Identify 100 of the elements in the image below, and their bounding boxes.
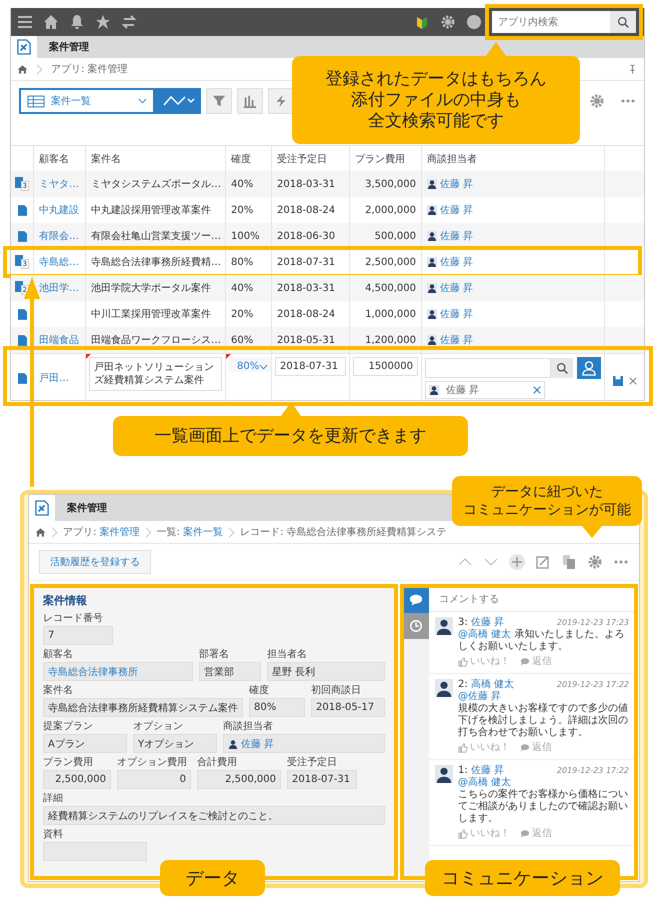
table-cell: 有限会社亀山営業支援ツー… <box>85 223 225 249</box>
field-label: 提案プラン <box>43 721 94 733</box>
like-button[interactable]: いいね！ <box>458 828 510 840</box>
callout-text: 一覧画面上でデータを更新できます <box>154 426 426 446</box>
document-icon[interactable] <box>18 204 26 216</box>
user-link[interactable]: 佐藤 昇 <box>440 281 474 295</box>
filter-button[interactable] <box>206 88 232 114</box>
home-icon[interactable] <box>35 526 46 538</box>
document-icon[interactable] <box>18 230 26 242</box>
copy-icon[interactable] <box>561 554 577 570</box>
dropdown[interactable]: 80% <box>229 357 272 372</box>
comment-time: 2019-12-23 17:23 <box>556 617 629 629</box>
chart-button[interactable] <box>237 88 263 114</box>
callout-text: 登録されたデータはもちろん <box>326 68 546 90</box>
avatar-icon <box>228 738 238 748</box>
reply-button[interactable]: 返信 <box>520 742 552 754</box>
table-icon <box>27 94 45 108</box>
action-button[interactable] <box>268 88 294 114</box>
mention-link[interactable]: @高橋 健太 <box>458 777 629 789</box>
customer-link[interactable]: 戸田… <box>39 371 69 385</box>
customer-link[interactable]: 池田学… <box>39 281 79 295</box>
comment-text: 規模の大きいお客様ですので多少の値下げを検討しましょう。詳細は次回の打ち合わせでお願いします。 <box>458 703 629 739</box>
comment-author[interactable]: 1: 佐藤 昇 <box>458 765 504 777</box>
comment-author[interactable]: 2: 高橋 健太 <box>458 679 514 691</box>
field-label: 担当者名 <box>267 649 308 661</box>
person-icon <box>582 360 596 376</box>
reply-button[interactable]: 返信 <box>520 656 552 668</box>
caret-icon <box>138 98 147 104</box>
user-link[interactable]: 佐藤 昇 <box>440 333 474 347</box>
field-value[interactable]: 寺島総合法律事務所 <box>43 662 193 681</box>
customer-link[interactable]: 有限会… <box>39 229 79 243</box>
settings-icon[interactable] <box>440 14 456 30</box>
cancel-icon[interactable] <box>628 376 636 384</box>
home-icon[interactable] <box>17 64 28 74</box>
callout-text: データに紐づいた <box>491 483 603 501</box>
user-link[interactable]: 佐藤 昇 <box>440 307 474 321</box>
side-tab[interactable] <box>403 613 429 639</box>
customer-link[interactable]: ミヤタ… <box>39 177 79 191</box>
like-button[interactable]: いいね！ <box>458 656 510 668</box>
user-link[interactable]: 佐藤 昇 <box>440 203 474 217</box>
breadcrumb-link[interactable]: アプリ: 案件管理 <box>51 62 128 76</box>
edit-icon[interactable] <box>535 554 551 570</box>
avatar-icon <box>435 617 453 635</box>
reply-button[interactable]: 返信 <box>520 828 552 840</box>
app-title: 案件管理 <box>67 501 107 515</box>
customer-link[interactable]: 田端食品 <box>39 333 79 347</box>
side-tab[interactable] <box>403 587 429 613</box>
add-icon[interactable] <box>509 554 525 570</box>
search-button[interactable] <box>610 11 636 33</box>
search-icon <box>556 362 568 374</box>
table-cell: 500,000 <box>349 223 421 249</box>
avatar-icon <box>427 335 437 345</box>
breadcrumb-item[interactable]: レコード: 寺島総合法律事務所経費精算システ <box>240 525 447 539</box>
like-button[interactable]: いいね！ <box>458 742 510 754</box>
graph-button[interactable] <box>155 88 201 114</box>
avatar-icon <box>427 231 437 241</box>
leaf-icon[interactable] <box>414 14 430 30</box>
date-field[interactable]: 2018-07-31 <box>275 357 346 376</box>
user-link[interactable]: 佐藤 昇 <box>440 177 474 191</box>
search-field[interactable]: アプリ内検索 <box>492 11 610 33</box>
user-link[interactable]: 佐藤 昇 <box>440 255 474 269</box>
comment-text: こちらの案件でお客様から価格についてご相談がありましたので確認お願いします。 <box>458 789 629 825</box>
field-value: 寺島総合法律事務所経費精算システム案件 <box>43 698 243 717</box>
search-button[interactable] <box>551 358 573 378</box>
view-dropdown[interactable]: 案件一覧 <box>19 88 155 114</box>
field-label: 初回商談日 <box>311 685 362 697</box>
avatar-icon <box>427 257 437 267</box>
remove-icon[interactable] <box>533 386 541 394</box>
settings-icon[interactable] <box>587 554 603 570</box>
home-icon[interactable] <box>43 14 59 30</box>
document-icon[interactable] <box>18 334 26 346</box>
input-field[interactable]: 戸田ネットソリューションズ経費精算システム案件 <box>89 357 222 391</box>
user-search-field[interactable] <box>425 358 551 378</box>
comment-icon <box>409 593 423 607</box>
thumbs-up-icon <box>458 743 468 753</box>
bell-icon[interactable] <box>69 14 85 30</box>
swap-icon[interactable] <box>121 14 137 30</box>
user-link[interactable]: 佐藤 昇 <box>440 229 474 243</box>
document-icon[interactable] <box>18 308 26 320</box>
user-link[interactable]: 佐藤 昇 <box>241 736 274 750</box>
callout-label: データ <box>160 860 265 896</box>
save-icon[interactable] <box>612 376 622 386</box>
document-icon[interactable] <box>18 372 26 384</box>
breadcrumb-item[interactable]: 一覧: 案件一覧 <box>156 525 224 539</box>
input-field[interactable]: 1500000 <box>353 357 418 376</box>
settings-icon[interactable] <box>589 93 605 109</box>
user-select-button[interactable] <box>577 357 601 379</box>
star-icon[interactable] <box>95 14 111 30</box>
breadcrumb-item[interactable]: アプリ: 案件管理 <box>63 525 140 539</box>
app-title: 案件管理 <box>49 40 89 54</box>
menu-icon[interactable] <box>17 14 33 30</box>
mention-link[interactable]: @佐藤 昇 <box>458 691 629 703</box>
field-value: 2018-07-31 <box>287 770 357 789</box>
customer-link[interactable]: 中丸建設 <box>39 203 79 217</box>
field-value: 2,500,000 <box>43 770 111 789</box>
comment-author[interactable]: 3: 佐藤 昇 <box>458 617 504 629</box>
customer-link[interactable]: 寺島総… <box>39 255 79 269</box>
search-icon <box>616 16 630 28</box>
avatar-icon <box>427 205 437 215</box>
activity-button[interactable]: 活動履歴を登録する <box>39 550 151 574</box>
